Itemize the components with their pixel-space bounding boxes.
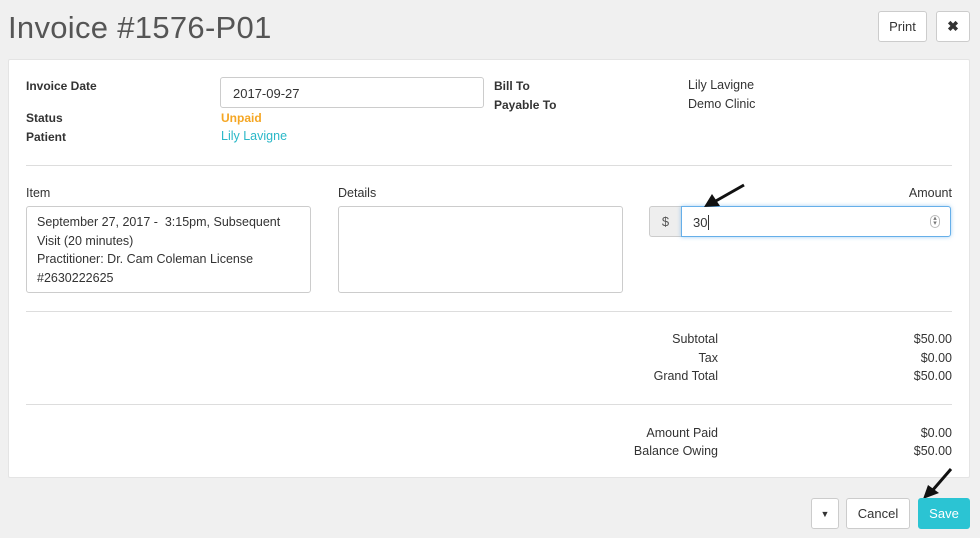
- balance-owing-value: $50.00: [913, 444, 952, 458]
- amount-input-value: 30: [693, 215, 708, 230]
- amount-label: Amount: [908, 186, 952, 200]
- invoice-panel: Invoice Date 2017-09-27 Status Unpaid Pa…: [8, 59, 970, 478]
- cancel-button[interactable]: Cancel: [846, 498, 910, 529]
- annotation-arrow-icon: [704, 183, 745, 207]
- divider: [26, 311, 952, 312]
- amount-input[interactable]: 30 ▴ ▾: [681, 206, 951, 237]
- tax-value: $0.00: [920, 351, 952, 365]
- annotation-arrow-icon: [923, 468, 953, 499]
- cancel-button-label: Cancel: [857, 506, 899, 521]
- subtotal-value: $50.00: [913, 332, 952, 346]
- print-button[interactable]: Print: [878, 11, 927, 42]
- details-textarea[interactable]: [338, 206, 623, 293]
- caret-down-icon: ▼: [820, 508, 830, 519]
- payable-to-label: Payable To: [494, 98, 557, 112]
- item-textarea[interactable]: September 27, 2017 - 3:15pm, Subsequent …: [26, 206, 311, 293]
- grand-total-label: Grand Total: [653, 369, 718, 383]
- close-icon: ✖: [947, 18, 959, 34]
- close-button[interactable]: ✖: [936, 11, 970, 42]
- more-options-dropdown[interactable]: ▼: [811, 498, 839, 529]
- status-value: Unpaid: [221, 111, 262, 125]
- patient-link[interactable]: Lily Lavigne: [221, 129, 287, 143]
- divider: [26, 404, 952, 405]
- grand-total-value: $50.00: [913, 369, 952, 383]
- print-button-label: Print: [889, 19, 916, 34]
- text-cursor: [708, 215, 710, 230]
- amount-paid-label: Amount Paid: [646, 426, 718, 440]
- details-label: Details: [338, 186, 377, 200]
- currency-symbol: $: [661, 214, 670, 229]
- patient-label: Patient: [26, 130, 67, 144]
- item-label: Item: [26, 186, 51, 200]
- bill-to-label: Bill To: [494, 79, 530, 93]
- number-spinner-icon[interactable]: ▴ ▾: [930, 215, 940, 228]
- bill-to-value: Lily Lavigne: [688, 78, 755, 92]
- divider: [26, 165, 952, 166]
- payable-to-value: Demo Clinic: [688, 97, 756, 111]
- currency-addon: $: [649, 206, 681, 237]
- amount-paid-value: $0.00: [920, 426, 952, 440]
- tax-label: Tax: [698, 351, 718, 365]
- save-button-label: Save: [929, 506, 959, 521]
- invoice-date-label: Invoice Date: [26, 79, 97, 93]
- balance-owing-label: Balance Owing: [633, 444, 718, 458]
- page-title: Invoice #1576-P01: [8, 10, 272, 45]
- subtotal-label: Subtotal: [672, 332, 718, 346]
- status-label: Status: [26, 111, 63, 125]
- save-button[interactable]: Save: [918, 498, 970, 529]
- invoice-date-input[interactable]: 2017-09-27: [220, 77, 484, 108]
